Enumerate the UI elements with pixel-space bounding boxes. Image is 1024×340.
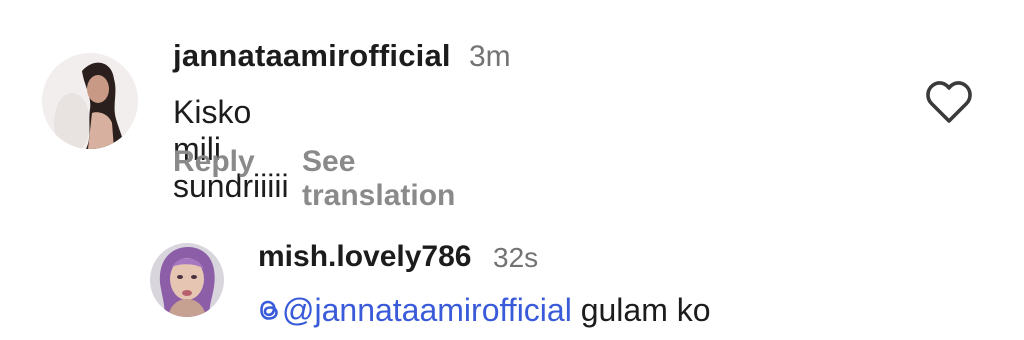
- see-translation-button[interactable]: See translation: [302, 145, 455, 213]
- comment-username[interactable]: jannataamirofficial: [173, 38, 451, 74]
- threads-icon: [260, 300, 278, 320]
- mention-text: @jannataamirofficial: [282, 292, 572, 328]
- avatar[interactable]: [42, 53, 138, 149]
- avatar-image: [42, 53, 138, 149]
- comment-username[interactable]: mish.lovely786: [258, 240, 471, 274]
- mention-link[interactable]: @jannataamirofficial: [256, 292, 572, 328]
- comment-text: @jannataamirofficial gulam ko: [256, 292, 711, 329]
- like-button[interactable]: [925, 79, 973, 125]
- reply-button[interactable]: Reply: [173, 145, 255, 179]
- comment-timestamp: 3m: [469, 40, 511, 73]
- avatar-image: [150, 243, 224, 317]
- avatar[interactable]: [150, 243, 224, 317]
- comment-timestamp: 32s: [493, 242, 539, 273]
- heart-outline-icon: [926, 81, 972, 123]
- comment-body: gulam ko: [580, 292, 711, 328]
